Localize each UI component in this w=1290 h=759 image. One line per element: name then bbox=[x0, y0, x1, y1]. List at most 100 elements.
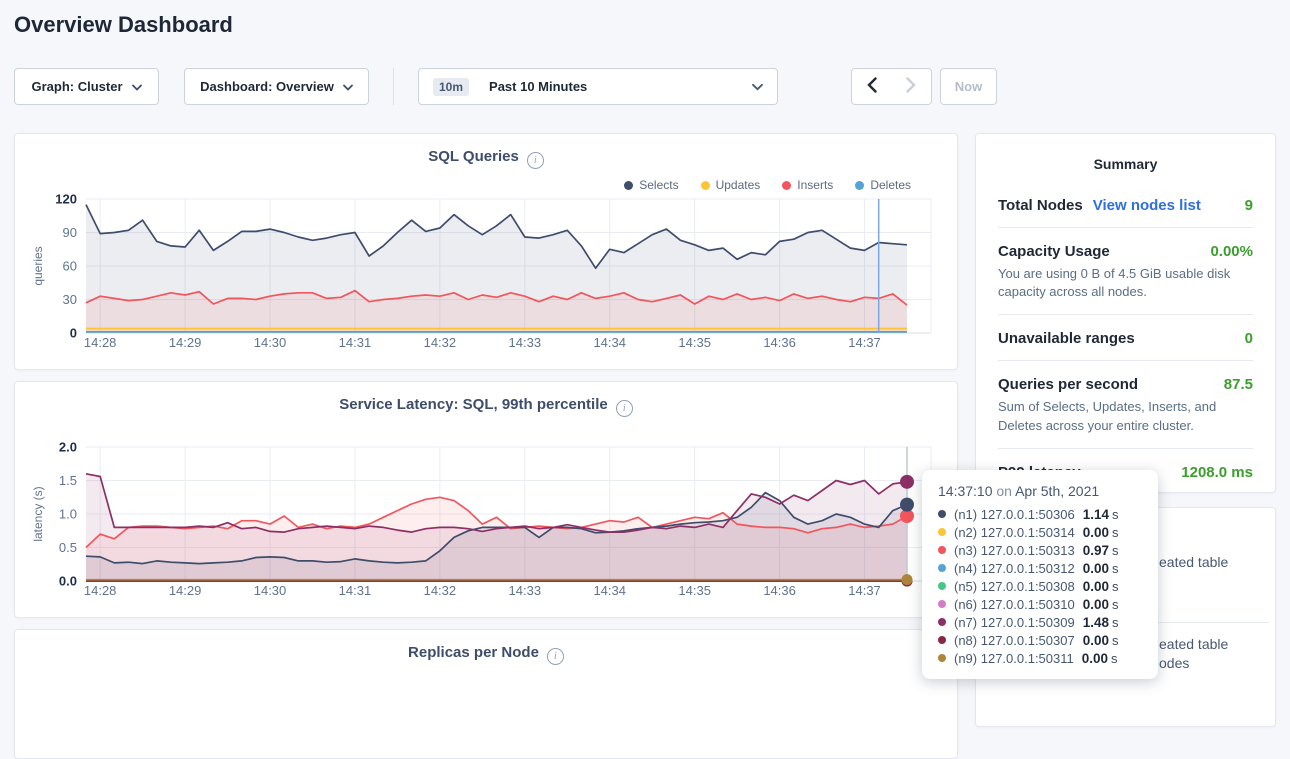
svg-text:0.5: 0.5 bbox=[59, 540, 77, 555]
svg-text:30: 30 bbox=[63, 292, 77, 307]
legend-label: Updates bbox=[716, 178, 761, 192]
tooltip-dot-8 bbox=[938, 654, 946, 662]
tooltip-row: (n2) 127.0.0.1:503140.00s bbox=[938, 523, 1142, 541]
chevron-down-icon bbox=[752, 79, 763, 94]
svg-text:14:34: 14:34 bbox=[593, 583, 626, 598]
tooltip-dot-4 bbox=[938, 582, 946, 590]
chevron-down-icon bbox=[132, 79, 142, 94]
tooltip-value: 0.97 bbox=[1083, 543, 1109, 558]
svg-text:14:32: 14:32 bbox=[424, 583, 457, 598]
summary-item-label: Queries per second bbox=[998, 376, 1138, 393]
summary-item-desc: Sum of Selects, Updates, Inserts, and De… bbox=[998, 398, 1253, 434]
tooltip-value: 0.00 bbox=[1083, 597, 1109, 612]
tooltip-row: (n7) 127.0.0.1:503091.48s bbox=[938, 613, 1142, 631]
legend-dot-3 bbox=[855, 181, 864, 190]
chevron-right-icon bbox=[906, 77, 916, 96]
chart-title: Replicas per Node bbox=[408, 644, 539, 661]
tooltip-header: 14:37:10 on Apr 5th, 2021 bbox=[938, 483, 1142, 499]
tooltip-node-label: (n5) 127.0.0.1:50308 bbox=[954, 579, 1075, 594]
svg-text:14:35: 14:35 bbox=[678, 583, 711, 598]
chart-title: Service Latency: SQL, 99th percentile bbox=[339, 396, 607, 413]
svg-text:14:29: 14:29 bbox=[169, 583, 202, 598]
tooltip-dot-6 bbox=[938, 618, 946, 626]
now-button-label: Now bbox=[955, 79, 982, 94]
summary-item-queries-per-second: Queries per second 87.5 Sum of Selects, … bbox=[998, 360, 1253, 447]
event-text-fragment: odes bbox=[1159, 655, 1189, 671]
chart-title-row: Replicas per Node i bbox=[15, 644, 957, 665]
tooltip-node-label: (n3) 127.0.0.1:50313 bbox=[954, 543, 1075, 558]
info-icon[interactable]: i bbox=[547, 648, 564, 665]
tooltip-row: (n9) 127.0.0.1:503110.00s bbox=[938, 649, 1142, 667]
view-nodes-link[interactable]: View nodes list bbox=[1093, 197, 1201, 214]
tooltip-dot-5 bbox=[938, 600, 946, 608]
tooltip-unit: s bbox=[1111, 651, 1118, 666]
tooltip-node-label: (n7) 127.0.0.1:50309 bbox=[954, 615, 1075, 630]
tooltip-unit: s bbox=[1112, 615, 1119, 630]
tooltip-node-label: (n9) 127.0.0.1:50311 bbox=[954, 651, 1074, 666]
legend-dot-1 bbox=[701, 181, 710, 190]
graph-dropdown-label: Graph: Cluster bbox=[31, 79, 122, 94]
time-range-selector[interactable]: 10m Past 10 Minutes bbox=[418, 68, 778, 105]
svg-text:14:30: 14:30 bbox=[254, 583, 287, 598]
graph-dropdown[interactable]: Graph: Cluster bbox=[14, 68, 159, 105]
event-text-fragment: eated table bbox=[1159, 554, 1228, 570]
tooltip-value: 0.00 bbox=[1083, 525, 1109, 540]
tooltip-unit: s bbox=[1112, 579, 1119, 594]
svg-text:0: 0 bbox=[70, 326, 77, 341]
tooltip-dot-0 bbox=[938, 510, 946, 518]
tooltip-dot-3 bbox=[938, 564, 946, 572]
tooltip-unit: s bbox=[1112, 561, 1119, 576]
time-range-badge: 10m bbox=[433, 78, 469, 96]
sql-queries-chart[interactable]: 030609012014:2814:2914:3014:3114:3214:33… bbox=[15, 191, 959, 359]
summary-item-unavailable-ranges: Unavailable ranges 0 bbox=[998, 314, 1253, 360]
svg-text:14:31: 14:31 bbox=[339, 583, 372, 598]
tooltip-unit: s bbox=[1112, 525, 1119, 540]
chart-title-row: SQL Queriesi bbox=[15, 148, 957, 169]
legend-label: Selects bbox=[639, 178, 678, 192]
svg-text:0.0: 0.0 bbox=[59, 574, 77, 589]
tooltip-value: 0.00 bbox=[1083, 561, 1109, 576]
tooltip-dot-1 bbox=[938, 528, 946, 536]
legend-item-updates: Updates bbox=[701, 178, 761, 192]
svg-text:14:36: 14:36 bbox=[763, 583, 796, 598]
legend-item-selects: Selects bbox=[624, 178, 678, 192]
svg-text:14:33: 14:33 bbox=[509, 583, 542, 598]
summary-item-label: Unavailable ranges bbox=[998, 330, 1135, 347]
legend-item-inserts: Inserts bbox=[782, 178, 833, 192]
legend-label: Inserts bbox=[797, 178, 833, 192]
svg-text:14:37: 14:37 bbox=[848, 335, 881, 350]
next-button[interactable] bbox=[891, 68, 932, 105]
chart-legend: Selects Updates Inserts Deletes bbox=[624, 178, 911, 192]
tooltip-row: (n1) 127.0.0.1:503061.14s bbox=[938, 505, 1142, 523]
legend-label: Deletes bbox=[870, 178, 911, 192]
svg-text:14:28: 14:28 bbox=[84, 583, 117, 598]
dashboard-dropdown[interactable]: Dashboard: Overview bbox=[184, 68, 369, 105]
service-latency-chart[interactable]: 0.00.51.01.52.014:2814:2914:3014:3114:32… bbox=[15, 439, 959, 607]
prev-button[interactable] bbox=[851, 68, 892, 105]
svg-text:60: 60 bbox=[63, 259, 77, 274]
svg-text:latency (s): latency (s) bbox=[31, 486, 45, 541]
summary-item-value: 0 bbox=[1245, 330, 1253, 347]
svg-text:2.0: 2.0 bbox=[59, 440, 77, 455]
tooltip-value: 1.14 bbox=[1083, 507, 1109, 522]
chevron-left-icon bbox=[867, 77, 877, 96]
info-icon[interactable]: i bbox=[616, 400, 633, 417]
summary-item-value: 87.5 bbox=[1224, 376, 1253, 393]
summary-item-label: Total Nodes bbox=[998, 197, 1083, 214]
summary-item-total-nodes: Total Nodes View nodes list 9 bbox=[998, 182, 1253, 227]
summary-item-capacity-usage: Capacity Usage 0.00% You are using 0 B o… bbox=[998, 227, 1253, 314]
svg-text:queries: queries bbox=[31, 246, 45, 285]
tooltip-node-label: (n1) 127.0.0.1:50306 bbox=[954, 507, 1075, 522]
svg-text:14:34: 14:34 bbox=[593, 335, 626, 350]
now-button[interactable]: Now bbox=[940, 68, 997, 105]
tooltip-time: 14:37:10 bbox=[938, 483, 993, 499]
tooltip-row: (n8) 127.0.0.1:503070.00s bbox=[938, 631, 1142, 649]
service-latency-card: Service Latency: SQL, 99th percentile i 0… bbox=[14, 381, 958, 618]
sql-queries-card: SQL Queriesi Selects Updates Inserts Del… bbox=[14, 133, 958, 370]
tooltip-row: (n4) 127.0.0.1:503120.00s bbox=[938, 559, 1142, 577]
legend-item-deletes: Deletes bbox=[855, 178, 911, 192]
info-icon[interactable]: i bbox=[527, 152, 544, 169]
tooltip-row: (n3) 127.0.0.1:503130.97s bbox=[938, 541, 1142, 559]
tooltip-dot-7 bbox=[938, 636, 946, 644]
tooltip-preposition: on bbox=[996, 483, 1012, 499]
